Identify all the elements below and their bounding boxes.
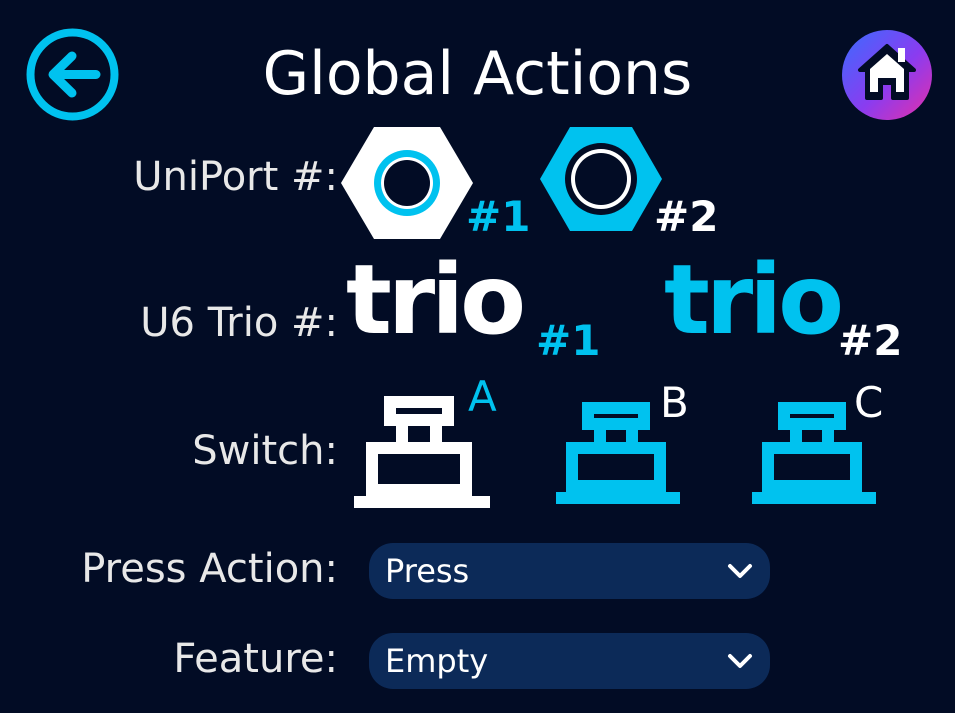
trio-2-button[interactable]: trio xyxy=(664,252,844,348)
hex-port-icon xyxy=(540,127,662,231)
uniport-1-button[interactable] xyxy=(338,124,476,242)
uniport-2-number: #2 xyxy=(654,192,719,241)
trio-logo: trio xyxy=(664,244,844,356)
hex-port-icon xyxy=(341,127,473,239)
home-button[interactable] xyxy=(840,28,934,122)
uniport-2-button[interactable] xyxy=(537,124,665,234)
trio-logo: trio xyxy=(346,244,526,356)
switch-c-letter: C xyxy=(854,378,884,427)
press-action-value: Press xyxy=(385,552,470,590)
chevron-down-icon xyxy=(728,654,752,668)
trio-1-number: #1 xyxy=(536,316,601,365)
switch-label: Switch: xyxy=(192,428,338,474)
uniport-label: UniPort #: xyxy=(133,154,338,200)
press-action-label: Press Action: xyxy=(81,546,338,592)
uniport-1-number: #1 xyxy=(466,192,531,241)
feature-value: Empty xyxy=(385,642,489,680)
feature-dropdown[interactable]: Empty xyxy=(369,633,770,689)
trio-2-number: #2 xyxy=(838,316,903,365)
trio-label: U6 Trio #: xyxy=(140,300,338,346)
trio-1-button[interactable]: trio xyxy=(346,252,526,348)
switch-a-letter: A xyxy=(468,372,497,421)
press-action-dropdown[interactable]: Press xyxy=(369,543,770,599)
chevron-down-icon xyxy=(728,564,752,578)
switch-b-letter: B xyxy=(660,378,689,427)
page-title: Global Actions xyxy=(262,39,693,109)
home-icon xyxy=(842,30,932,120)
feature-label: Feature: xyxy=(173,636,338,682)
